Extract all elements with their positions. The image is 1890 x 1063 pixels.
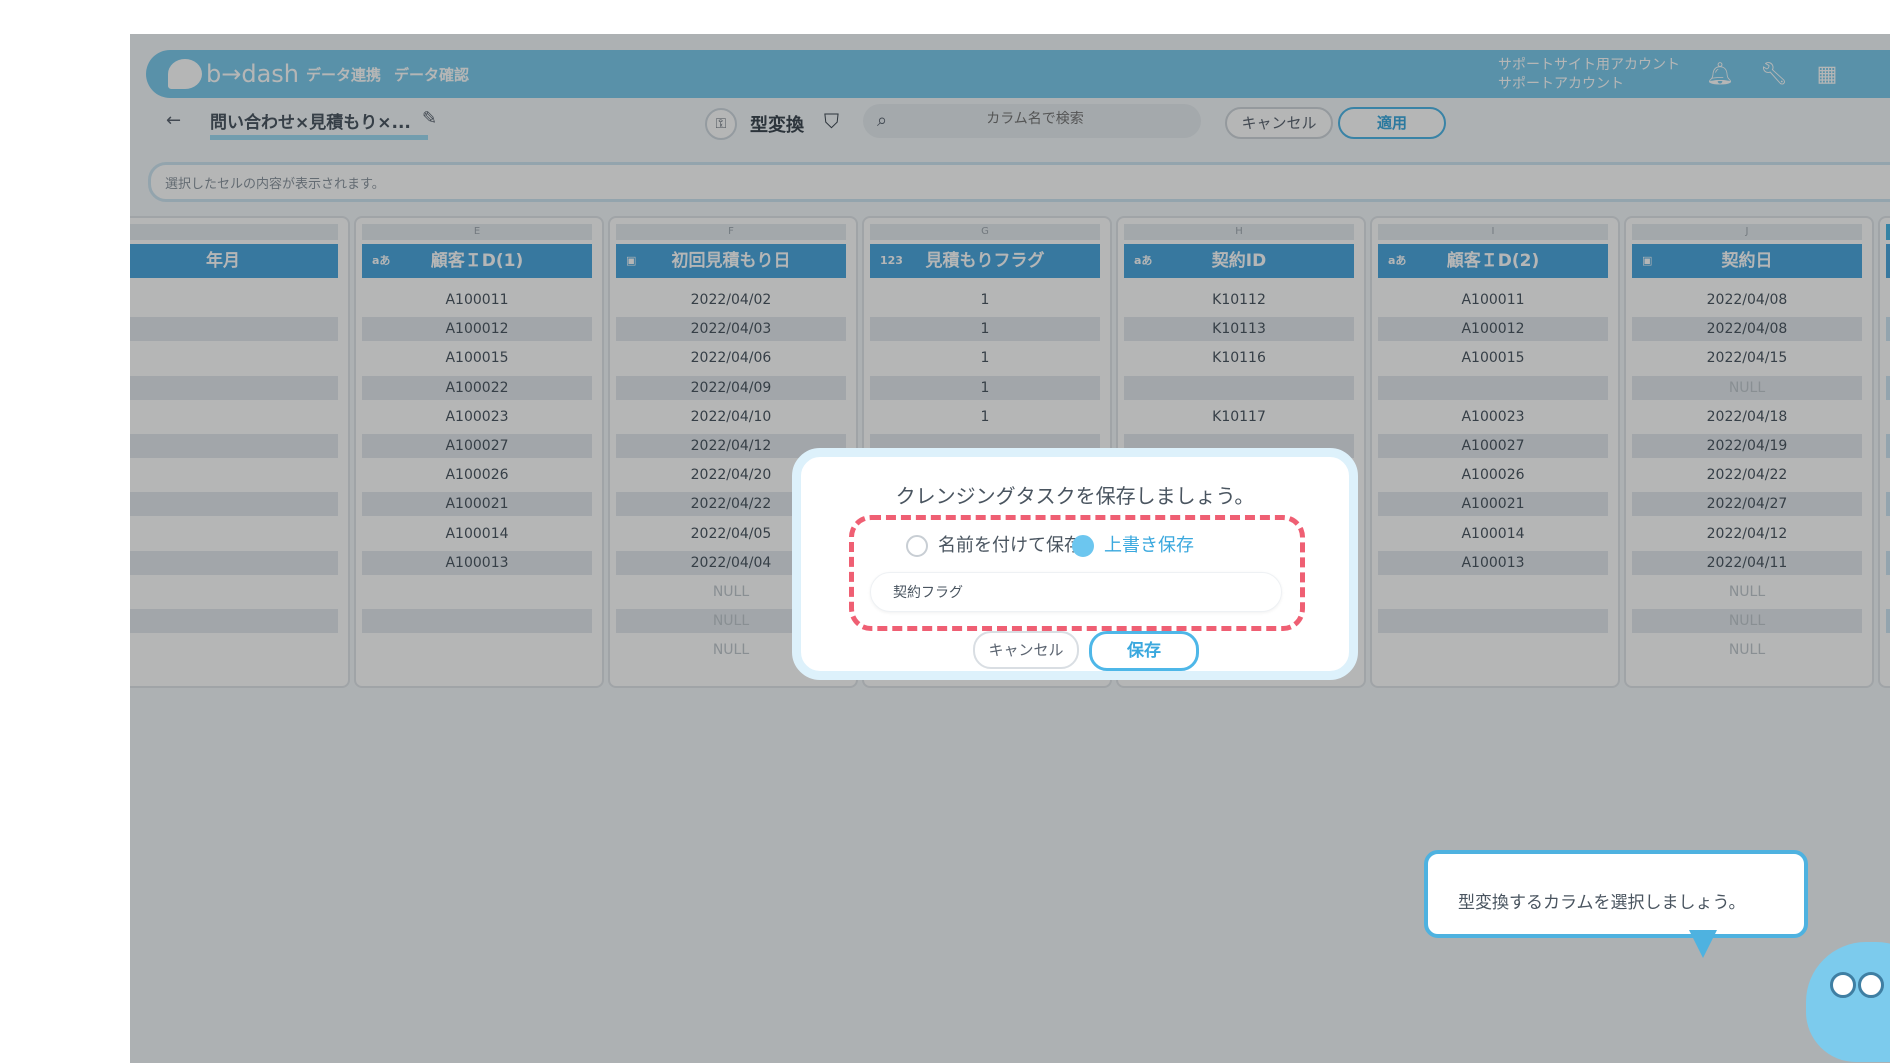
guide-tooltip: 型変換するカラムを選択しましょう。 [1424, 850, 1808, 938]
mascot-eye [1830, 972, 1856, 998]
radio-unchecked-icon [906, 535, 928, 557]
app-window: b→dash データ連携 データ確認 サポートサイト用アカウント サポートアカウ… [130, 34, 1890, 1063]
task-name-input[interactable] [870, 572, 1282, 612]
dialog-title: クレンジングタスクを保存しましょう。 [895, 484, 1255, 508]
guide-tooltip-text: 型変換するカラムを選択しましょう。 [1458, 893, 1746, 913]
radio-checked-icon [1072, 535, 1094, 557]
tooltip-tail [1689, 930, 1717, 958]
radio-overwrite[interactable]: 上書き保存 [1072, 534, 1194, 558]
mascot-eye [1858, 972, 1884, 998]
highlight-box: 名前を付けて保存 上書き保存 [849, 515, 1305, 631]
radio-save-as-new[interactable]: 名前を付けて保存 [906, 534, 1082, 558]
dialog-cancel-button[interactable]: キャンセル [973, 631, 1079, 669]
save-task-dialog: クレンジングタスクを保存しましょう。 名前を付けて保存 上書き保存 キャンセル … [792, 448, 1358, 680]
radio-save-as-new-label: 名前を付けて保存 [938, 535, 1082, 556]
dialog-save-button[interactable]: 保存 [1089, 631, 1199, 671]
radio-overwrite-label: 上書き保存 [1104, 535, 1194, 556]
